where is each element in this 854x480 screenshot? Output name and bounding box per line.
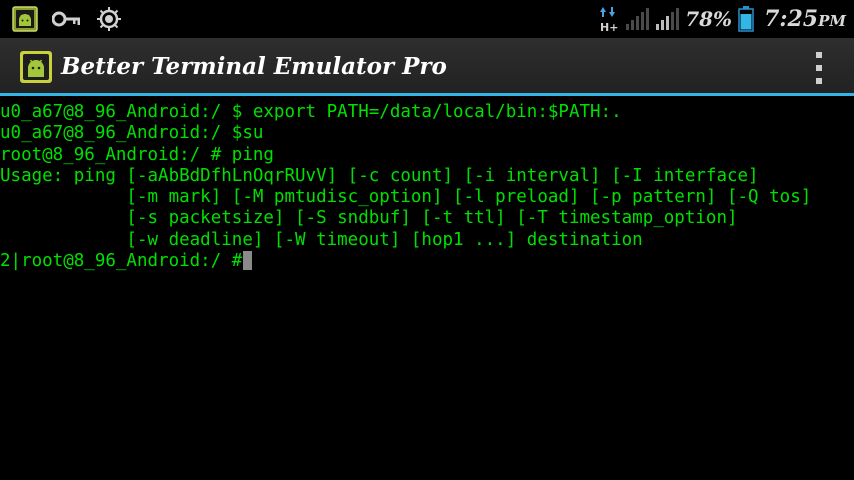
signal-strength-icon [626,8,650,30]
terminal-output[interactable]: u0_a67@8_96_Android:/ $ export PATH=/dat… [0,101,854,480]
status-bar: H+ 78% 7:25PM [0,0,854,38]
menu-dot [816,78,822,84]
terminal-prompt-line[interactable]: 2|root@8_96_Android:/ # [0,251,854,272]
data-hplus-icon: H+ [600,7,619,33]
clock-time: 7:25 [764,6,819,32]
battery-percent: 78% [685,7,733,31]
key-icon [52,11,80,27]
app-title: Better Terminal Emulator Pro [61,53,447,80]
terminal-line: u0_a67@8_96_Android:/ $ export PATH=/dat… [0,102,622,122]
battery-icon [738,6,754,32]
signal-strength-icon [656,8,680,30]
terminal-cursor [243,251,253,271]
terminal-line: Usage: ping [-aAbBdDfhLnOqrRUvV] [-c cou… [0,165,759,186]
action-bar: Better Terminal Emulator Pro [0,38,854,96]
menu-dot [816,52,822,58]
android-terminal-icon[interactable] [20,51,52,83]
overflow-menu-icon[interactable] [814,52,824,84]
usb-debug-icon [97,7,121,31]
clock-suffix: PM [818,12,846,30]
terminal-line: [-m mark] [-M pmtudisc_option] [-l prelo… [0,187,812,208]
network-type-label: H+ [600,21,618,33]
status-clock: 7:25PM [764,6,846,32]
system-icons: H+ 78% 7:25PM [599,4,846,34]
terminal-prompt: 2|root@8_96_Android:/ # [0,251,243,272]
menu-dot [816,65,822,71]
terminal-line: root@8_96_Android:/ # ping [0,144,274,165]
terminal-line: [-w deadline] [-W timeout] [hop1 ...] de… [0,229,643,250]
android-notification-icon [12,6,38,32]
terminal-line: [-s packetsize] [-S sndbuf] [-t ttl] [-T… [0,208,738,229]
notification-icons [12,6,122,32]
terminal-line: u0_a67@8_96_Android:/ $su [0,123,264,144]
